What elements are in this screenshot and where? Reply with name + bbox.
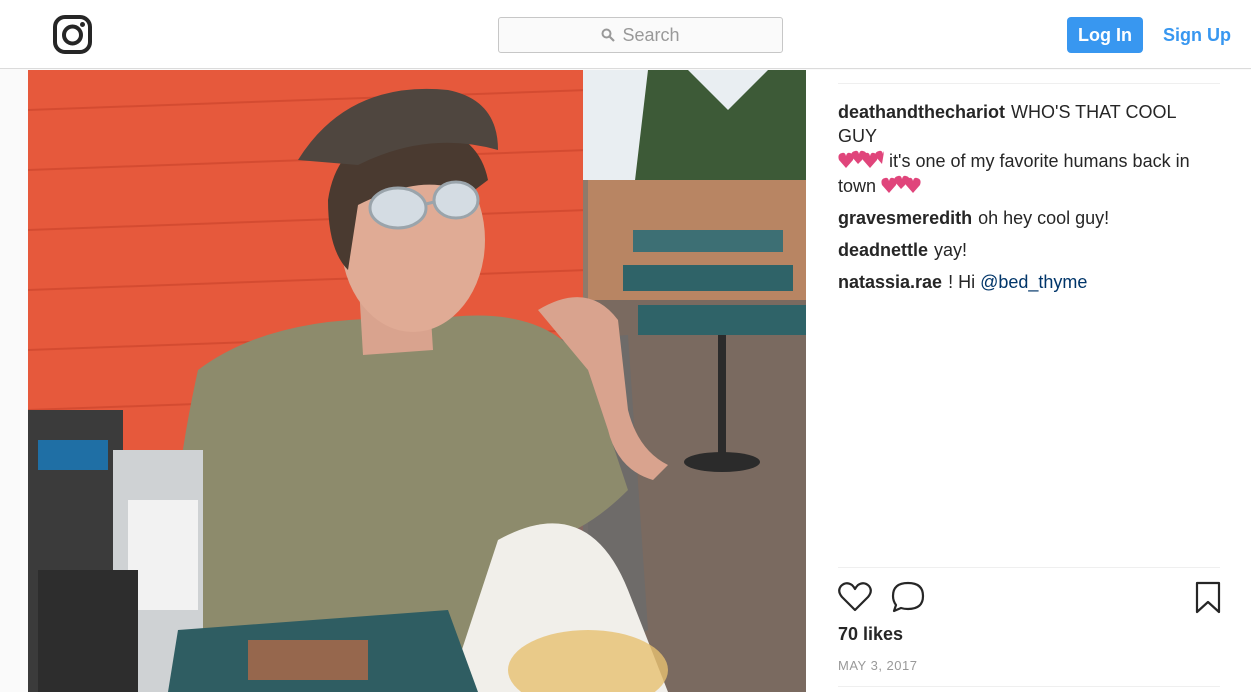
divider-top [838, 83, 1220, 84]
divider-bottom [838, 686, 1220, 687]
divider-actions [838, 567, 1220, 568]
comment-username[interactable]: deadnettle [838, 240, 928, 260]
top-navigation-bar: Search Log In Sign Up [0, 0, 1251, 69]
post-photo [28, 70, 806, 692]
search-input[interactable]: Search [498, 17, 783, 53]
comment-item: deadnettle yay! [838, 238, 1218, 262]
comments-list: deathandthechariot WHO'S THAT COOL GUY it… [838, 100, 1218, 302]
heart-icon[interactable] [838, 581, 872, 613]
comment-text: yay! [934, 240, 968, 260]
comment-icon[interactable] [890, 580, 926, 614]
signup-link[interactable]: Sign Up [1163, 17, 1231, 53]
login-button[interactable]: Log In [1067, 17, 1143, 53]
comment-item: deathandthechariot WHO'S THAT COOL GUY it… [838, 100, 1218, 198]
post-date: MAY 3, 2017 [838, 658, 918, 673]
post-photo-illustration [28, 70, 806, 692]
likes-count[interactable]: 70 likes [838, 624, 903, 645]
comment-item: gravesmeredith oh hey cool guy! [838, 206, 1218, 230]
comment-username[interactable]: gravesmeredith [838, 208, 972, 228]
search-icon [601, 28, 616, 42]
comment-username[interactable]: natassia.rae [838, 272, 942, 292]
bookmark-icon[interactable] [1194, 581, 1222, 615]
search-placeholder: Search [622, 24, 680, 45]
two-hearts-icon [881, 175, 921, 193]
comment-text: ! Hi [948, 272, 976, 292]
comment-item: natassia.rae ! Hi @bed_thyme [838, 270, 1218, 294]
comment-username[interactable]: deathandthechariot [838, 102, 1005, 122]
comment-text: oh hey cool guy! [978, 208, 1110, 228]
two-hearts-icon [838, 150, 884, 168]
instagram-logo-icon[interactable] [52, 14, 93, 55]
comment-mention[interactable]: @bed_thyme [980, 272, 1087, 292]
